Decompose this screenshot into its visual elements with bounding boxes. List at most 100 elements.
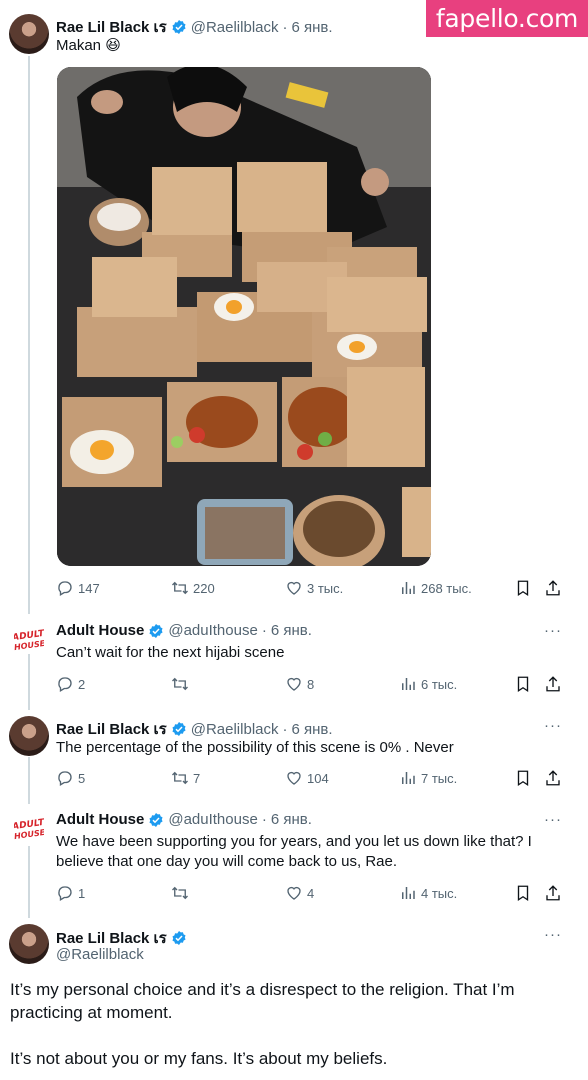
retweet-icon (171, 675, 189, 693)
tweet-text-paragraph: It’s my personal choice and it’s a disre… (10, 980, 515, 1022)
views-button[interactable]: 6 тыс. (399, 675, 457, 693)
author-handle[interactable]: @aduIthouse (168, 622, 257, 639)
share-button[interactable] (544, 769, 566, 787)
retweet-icon (171, 579, 189, 597)
bookmark-icon (514, 579, 532, 597)
views-count: 7 тыс. (421, 770, 458, 786)
avatar[interactable]: ADULT HOUSE (14, 628, 44, 654)
views-count: 6 тыс. (421, 676, 458, 692)
tweet-actions: 2 8 6 тыс. (56, 675, 568, 695)
more-icon[interactable]: ··· (544, 717, 562, 734)
more-icon[interactable]: ··· (544, 811, 562, 828)
more-icon[interactable]: ··· (544, 926, 562, 943)
like-button[interactable]: 4 (285, 884, 314, 902)
adult-house-logo: ADULT HOUSE (14, 628, 44, 653)
like-button[interactable]: 8 (285, 675, 314, 693)
like-button[interactable]: 3 тыс. (285, 579, 343, 597)
tweet-actions: 147 220 3 тыс. 268 тыс. (56, 579, 568, 599)
views-button[interactable]: 268 тыс. (399, 579, 472, 597)
share-icon (544, 579, 562, 597)
verified-badge-icon (171, 930, 187, 946)
bookmark-button[interactable] (514, 675, 536, 693)
author-handle[interactable]: @Raelilblack (56, 946, 144, 963)
reply-icon (56, 675, 74, 693)
share-button[interactable] (544, 579, 566, 597)
tweet-handle-row: @Raelilblack (56, 946, 144, 963)
tweet-photo[interactable] (57, 67, 431, 566)
avatar[interactable] (9, 14, 49, 54)
reply-count: 5 (78, 770, 86, 786)
like-icon (285, 675, 303, 693)
author-handle[interactable]: @Raelilblack (191, 721, 279, 738)
separator: · (261, 622, 267, 639)
thread-line (28, 846, 30, 918)
reply-count: 147 (78, 580, 100, 596)
bookmark-icon (514, 769, 532, 787)
views-button[interactable]: 7 тыс. (399, 769, 457, 787)
separator: · (282, 720, 288, 738)
tweet-actions: 5 7 104 7 тыс. (56, 769, 568, 789)
like-count: 4 (307, 885, 315, 901)
reply-icon (56, 579, 74, 597)
adult-house-logo: ADULT HOUSE (14, 817, 44, 842)
avatar[interactable]: ADULT HOUSE (14, 817, 44, 843)
share-icon (544, 884, 562, 902)
like-icon (285, 884, 303, 902)
verified-badge-icon (148, 623, 164, 639)
tweet-text: The percentage of the possibility of thi… (56, 739, 454, 756)
views-icon (399, 675, 417, 693)
author-handle[interactable]: @aduIthouse (168, 811, 257, 828)
verified-badge-icon (171, 721, 187, 737)
reply-button[interactable]: 147 (56, 579, 100, 597)
retweet-button[interactable] (171, 675, 193, 693)
views-icon (399, 769, 417, 787)
reply-icon (56, 884, 74, 902)
bookmark-icon (514, 675, 532, 693)
reply-button[interactable]: 2 (56, 675, 85, 693)
retweet-icon (171, 884, 189, 902)
author-name[interactable]: Adult House (56, 622, 144, 639)
tweet-text: Can’t wait for the next hijabi scene (56, 644, 285, 661)
separator: · (261, 811, 267, 828)
like-icon (285, 769, 303, 787)
like-count: 3 тыс. (307, 580, 344, 596)
views-count: 268 тыс. (421, 580, 472, 596)
author-name[interactable]: Adult House (56, 811, 144, 828)
focused-tweet[interactable]: Rae Lil Black เร @Raelilblack ··· It’s m… (0, 918, 588, 1080)
views-button[interactable]: 4 тыс. (399, 884, 457, 902)
reply-count: 1 (78, 885, 86, 901)
share-icon (544, 769, 562, 787)
retweet-button[interactable] (171, 884, 193, 902)
share-button[interactable] (544, 884, 566, 902)
share-button[interactable] (544, 675, 566, 693)
reply-button[interactable]: 1 (56, 884, 85, 902)
avatar[interactable] (9, 716, 49, 756)
thread-line (28, 56, 30, 614)
retweet-count: 7 (193, 770, 201, 786)
tweet-header: Adult House @aduIthouse · 6 янв. (56, 622, 312, 639)
bookmark-button[interactable] (514, 579, 536, 597)
avatar[interactable] (9, 924, 49, 964)
like-count: 8 (307, 676, 315, 692)
tweet-date[interactable]: 6 янв. (292, 19, 333, 36)
reply-count: 2 (78, 676, 86, 692)
tweet-date[interactable]: 6 янв. (271, 622, 312, 639)
bookmark-button[interactable] (514, 884, 536, 902)
thread-line (28, 654, 30, 710)
author-handle[interactable]: @Raelilblack (191, 19, 279, 36)
share-icon (544, 675, 562, 693)
bookmark-icon (514, 884, 532, 902)
watermark: fapello.com (426, 0, 588, 37)
retweet-button[interactable]: 7 (171, 769, 200, 787)
reply-button[interactable]: 5 (56, 769, 85, 787)
food-photo-illustration (57, 67, 431, 566)
more-icon[interactable]: ··· (544, 622, 562, 639)
tweet-date[interactable]: 6 янв. (292, 721, 333, 738)
tweet-actions: 1 4 4 тыс. (56, 884, 568, 904)
reply-icon (56, 769, 74, 787)
retweet-button[interactable]: 220 (171, 579, 215, 597)
like-button[interactable]: 104 (285, 769, 329, 787)
retweet-count: 220 (193, 580, 215, 596)
bookmark-button[interactable] (514, 769, 536, 787)
tweet-date[interactable]: 6 янв. (271, 811, 312, 828)
